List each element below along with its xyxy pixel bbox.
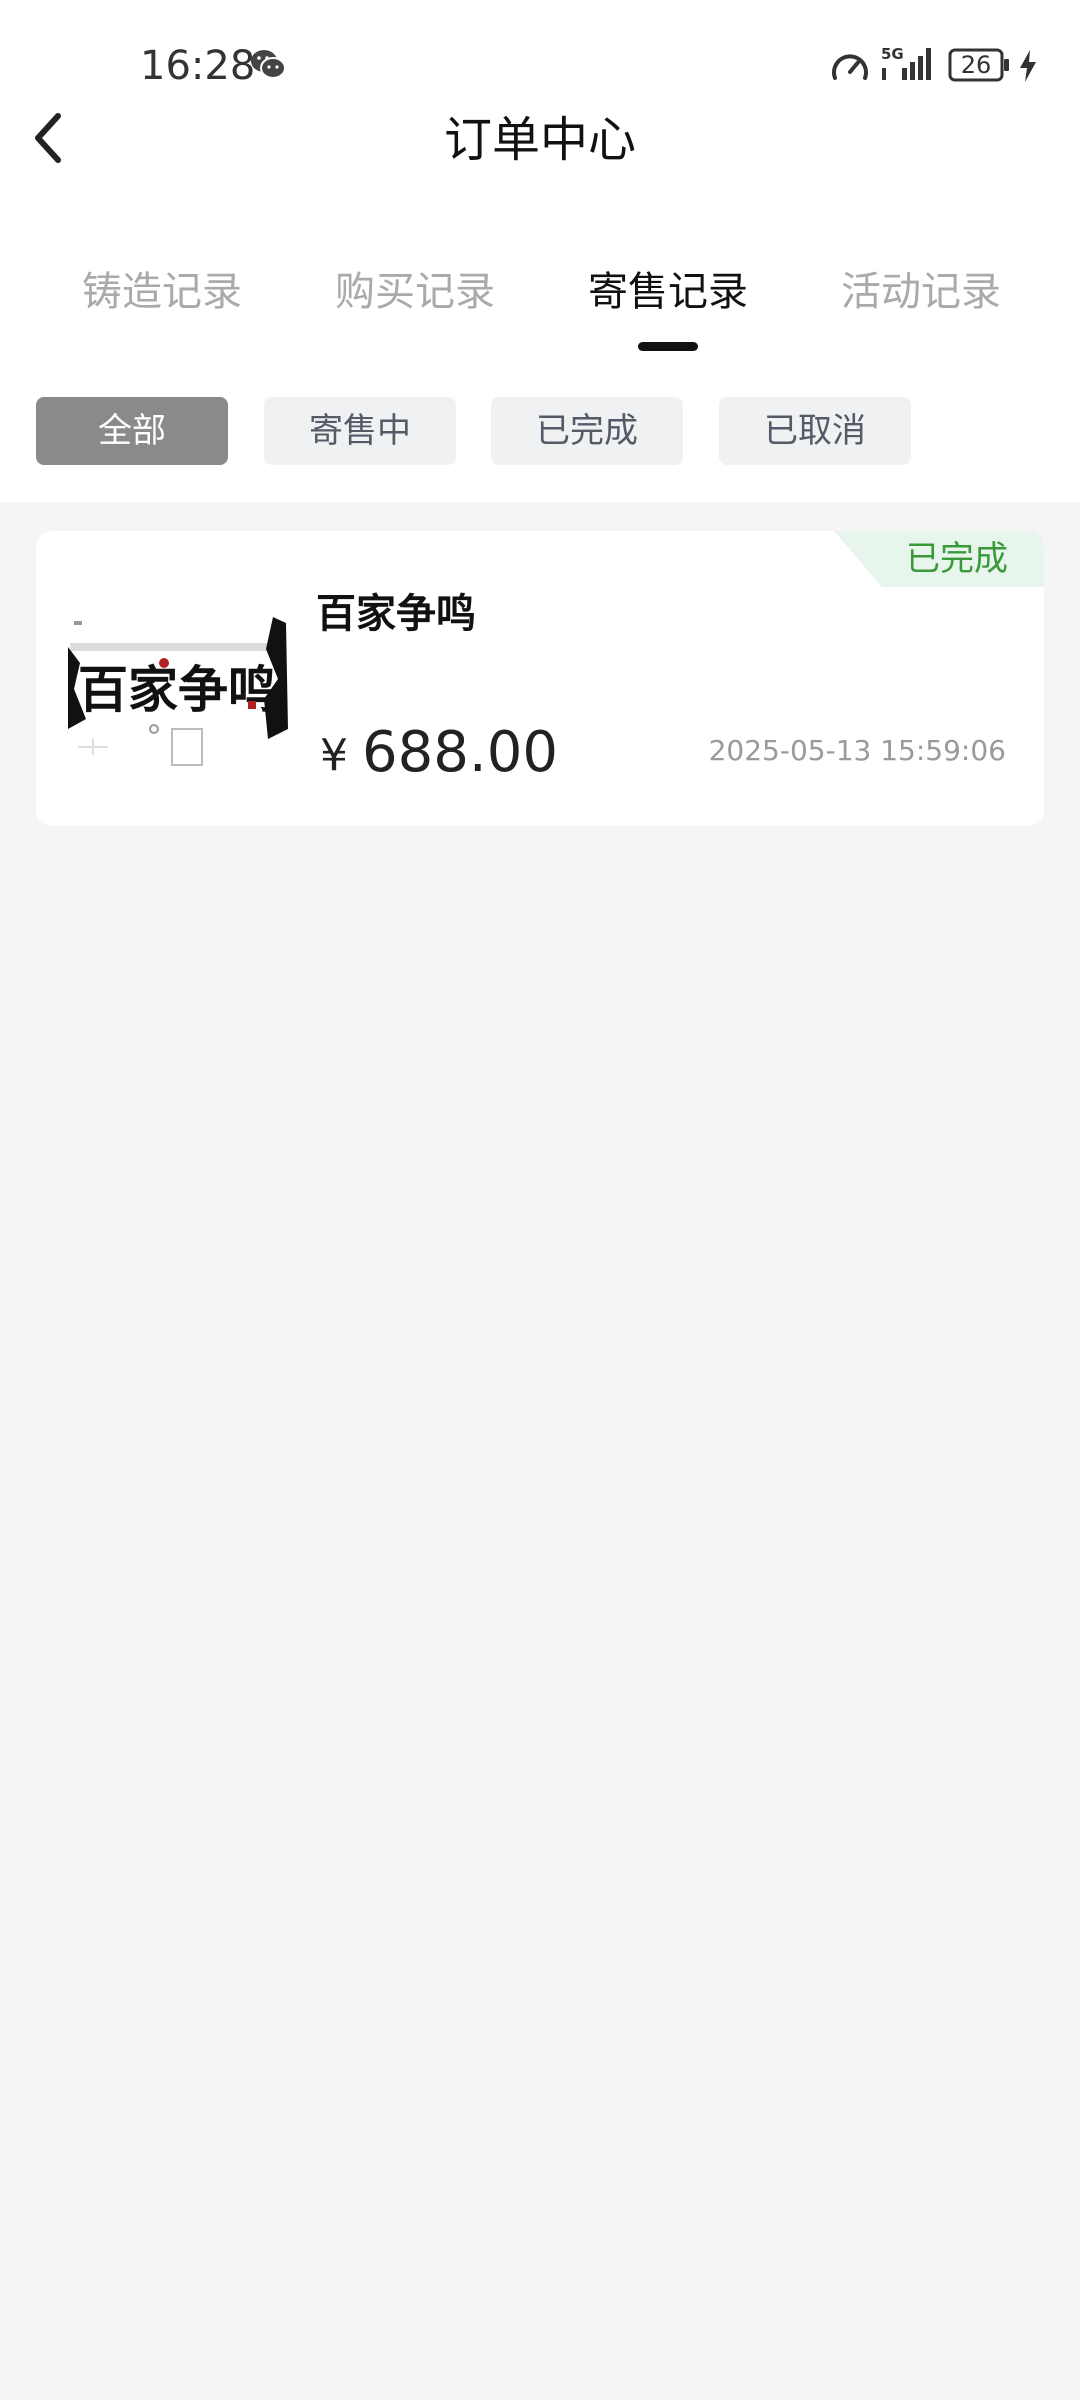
calligraphy-artwork: 百家争鸣 — [68, 579, 288, 795]
product-name: 百家争鸣 — [316, 591, 476, 637]
filter-completed-chip[interactable]: 已完成 — [491, 397, 683, 465]
currency-symbol: ¥ — [320, 730, 348, 781]
tab-consignment-records[interactable]: 寄售记录 — [558, 264, 778, 320]
status-time: 16:28 — [140, 43, 256, 89]
filter-cancelled-chip[interactable]: 已取消 — [719, 397, 911, 465]
filter-consigning-chip[interactable]: 寄售中 — [264, 397, 456, 465]
order-status-badge: 已完成 — [834, 531, 1044, 587]
active-tab-indicator — [638, 342, 698, 351]
tab-activity-records[interactable]: 活动记录 — [811, 264, 1031, 320]
page-title: 订单中心 — [443, 112, 636, 168]
order-card[interactable]: 已完成 百家争鸣 百家争鸣 ¥ 688.00 2025-05-13 15:59:… — [36, 531, 1044, 826]
product-image: 百家争鸣 — [68, 579, 288, 795]
charge-icon — [1020, 50, 1036, 82]
filter-all-chip[interactable]: 全部 — [36, 397, 228, 465]
order-price: 688.00 — [362, 720, 558, 785]
artwork-title-text: 百家争鸣 — [78, 660, 278, 719]
wechat-icon — [251, 50, 286, 79]
signal-icon — [882, 48, 931, 80]
tab-casting-records[interactable]: 铸造记录 — [52, 264, 272, 320]
tab-purchase-records[interactable]: 购买记录 — [305, 264, 525, 320]
order-timestamp: 2025-05-13 15:59:06 — [708, 734, 1006, 767]
speed-icon — [832, 54, 868, 80]
battery-level: 26 — [960, 51, 992, 79]
